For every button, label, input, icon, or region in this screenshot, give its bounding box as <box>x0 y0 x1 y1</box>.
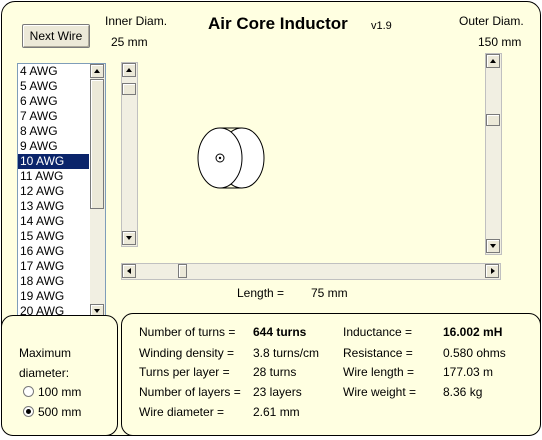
radio-100mm-label[interactable]: 100 mm <box>38 385 81 399</box>
next-wire-button[interactable]: Next Wire <box>22 24 90 48</box>
list-item[interactable]: 9 AWG <box>18 139 89 154</box>
layers-value: 23 layers <box>253 385 302 399</box>
outer-diam-slider[interactable] <box>485 53 502 255</box>
inner-diam-thumb[interactable] <box>122 83 136 95</box>
list-item[interactable]: 6 AWG <box>18 94 89 109</box>
list-scroll-up-icon[interactable] <box>90 64 104 78</box>
wire-weight-label: Wire weight = <box>343 385 417 399</box>
turns-value: 644 turns <box>253 325 307 339</box>
list-item[interactable]: 18 AWG <box>18 274 89 289</box>
resistance-label: Resistance = <box>343 346 413 360</box>
coil-preview <box>197 127 265 189</box>
radio-500mm-label[interactable]: 500 mm <box>38 405 81 419</box>
list-item[interactable]: 10 AWG <box>18 154 89 169</box>
length-slider[interactable] <box>121 263 501 280</box>
length-thumb[interactable] <box>178 264 187 278</box>
list-scrollbar[interactable] <box>90 64 105 319</box>
layers-label: Number of layers = <box>139 385 241 399</box>
outer-diam-thumb[interactable] <box>486 114 500 126</box>
turns-label: Number of turns = <box>139 325 236 339</box>
outer-diam-label: Outer Diam. <box>459 14 524 28</box>
inner-diam-down-icon[interactable] <box>122 231 136 245</box>
wire-diam-label: Wire diameter = <box>139 405 225 419</box>
max-diameter-label-2: diameter: <box>19 366 70 380</box>
outer-diam-down-icon[interactable] <box>486 239 500 253</box>
inner-diam-value: 25 mm <box>111 35 148 49</box>
outer-diam-up-icon[interactable] <box>486 54 500 68</box>
outer-diam-value: 150 mm <box>478 35 522 49</box>
list-item[interactable]: 15 AWG <box>18 229 89 244</box>
wire-gauge-list[interactable]: 4 AWG 5 AWG 6 AWG 7 AWG 8 AWG 9 AWG 10 AWG 11 A… <box>17 63 106 320</box>
list-item[interactable]: 12 AWG <box>18 184 89 199</box>
page-title: Air Core Inductor <box>208 14 348 33</box>
radio-500mm[interactable] <box>23 406 34 417</box>
per-layer-value: 28 turns <box>253 365 297 379</box>
list-scroll-thumb[interactable] <box>90 79 104 209</box>
density-label: Winding density = <box>139 346 235 360</box>
version-label: v1.9 <box>371 20 392 32</box>
wire-diam-value: 2.61 mm <box>253 405 300 419</box>
wire-length-label: Wire length = <box>343 365 415 379</box>
inductance-label: Inductance = <box>343 325 413 339</box>
length-label: Length = <box>237 286 285 300</box>
list-item[interactable]: 11 AWG <box>18 169 89 184</box>
list-item[interactable]: 17 AWG <box>18 259 89 274</box>
list-item[interactable]: 14 AWG <box>18 214 89 229</box>
per-layer-label: Turns per layer = <box>139 365 230 379</box>
list-item[interactable]: 13 AWG <box>18 199 89 214</box>
list-item[interactable]: 5 AWG <box>18 79 89 94</box>
list-item[interactable]: 16 AWG <box>18 244 89 259</box>
density-value: 3.8 turns/cm <box>253 346 320 360</box>
inductance-value: 16.002 mH <box>443 325 503 339</box>
list-item[interactable]: 4 AWG <box>18 64 89 79</box>
length-value: 75 mm <box>311 286 348 300</box>
radio-100mm[interactable] <box>23 386 34 397</box>
inner-diam-slider[interactable] <box>121 62 138 247</box>
resistance-value: 0.580 ohms <box>443 346 506 360</box>
wire-weight-value: 8.36 kg <box>443 385 483 399</box>
length-left-icon[interactable] <box>122 264 136 278</box>
length-right-icon[interactable] <box>485 264 499 278</box>
max-diameter-label-1: Maximum <box>19 346 72 360</box>
list-item[interactable]: 19 AWG <box>18 289 89 304</box>
list-item[interactable]: 7 AWG <box>18 109 89 124</box>
wire-length-value: 177.03 m <box>443 365 494 379</box>
list-item[interactable]: 8 AWG <box>18 124 89 139</box>
inner-diam-label: Inner Diam. <box>105 14 168 28</box>
coil-face-icon <box>197 127 243 189</box>
inner-diam-up-icon[interactable] <box>122 63 136 77</box>
